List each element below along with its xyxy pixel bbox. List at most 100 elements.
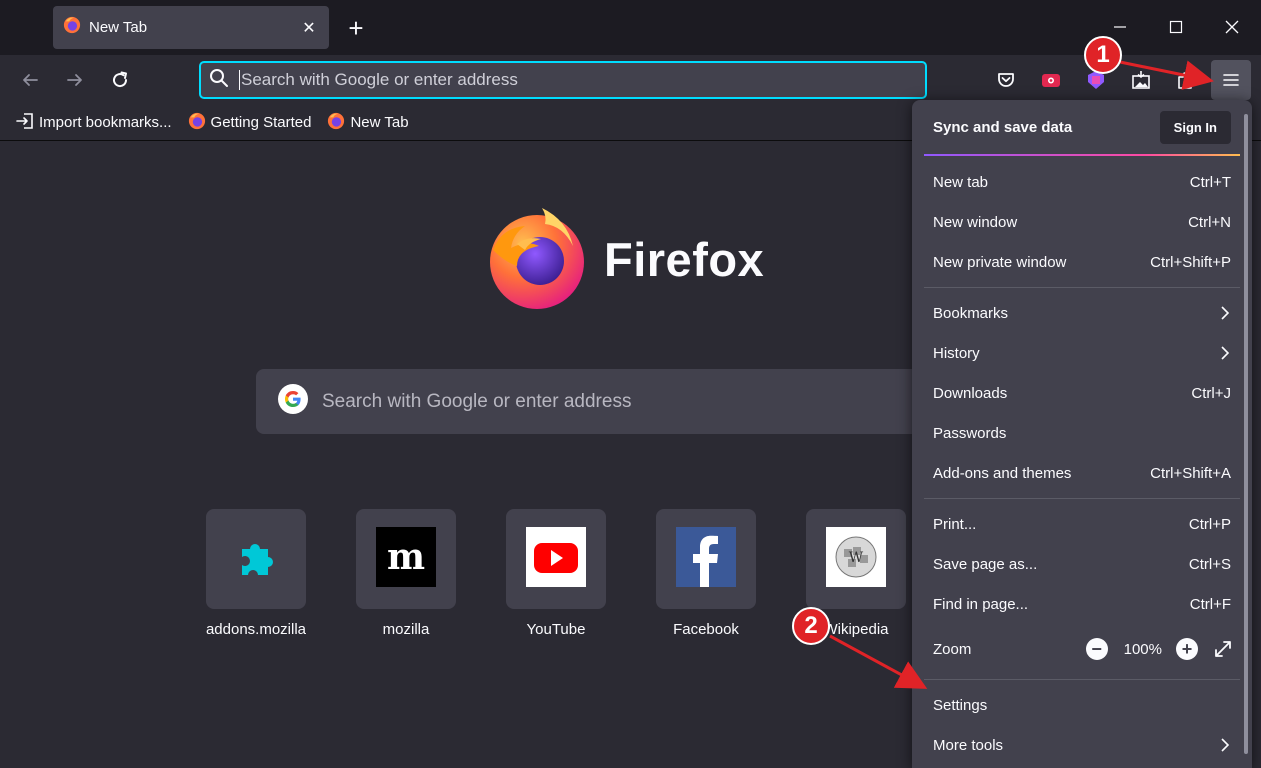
menu-scrollbar[interactable] xyxy=(1244,114,1248,754)
menu-item-settings[interactable]: Settings xyxy=(912,685,1252,725)
top-site-tile[interactable] xyxy=(506,509,606,609)
top-site-tile[interactable]: W xyxy=(806,509,906,609)
menu-separator xyxy=(924,498,1240,499)
top-site-tile[interactable]: m xyxy=(356,509,456,609)
menu-item-bookmarks[interactable]: Bookmarks xyxy=(912,293,1252,333)
chevron-right-icon xyxy=(1219,345,1231,361)
forward-button[interactable] xyxy=(60,65,90,95)
content-search-placeholder: Search with Google or enter address xyxy=(322,390,632,412)
close-tab-icon[interactable]: ✕ xyxy=(299,18,319,38)
top-site-tile[interactable] xyxy=(206,509,306,609)
extension-red-icon[interactable] xyxy=(1036,65,1066,95)
menu-item-passwords[interactable]: Passwords xyxy=(912,413,1252,453)
top-site-mozilla[interactable]: m mozilla xyxy=(341,509,471,638)
annotation-badge-1: 1 xyxy=(1084,36,1122,74)
tab-new-tab[interactable]: New Tab ✕ xyxy=(53,6,329,49)
menu-item-shortcut: Ctrl+T xyxy=(1189,173,1231,191)
facebook-icon xyxy=(676,526,736,592)
menu-item-shortcut: Ctrl+P xyxy=(1188,515,1231,533)
top-site-label: addons.mozilla xyxy=(205,621,307,638)
url-input[interactable] xyxy=(240,70,880,90)
fullscreen-icon[interactable] xyxy=(1210,636,1236,662)
navigation-bar xyxy=(0,55,1261,105)
menu-item-new-tab[interactable]: New tab Ctrl+T xyxy=(912,162,1252,202)
top-site-tile[interactable] xyxy=(656,509,756,609)
firefox-wordmark: Firefox xyxy=(604,233,765,286)
chevron-right-icon xyxy=(1219,305,1231,321)
top-site-addons[interactable]: addons.mozilla xyxy=(191,509,321,638)
bookmark-new-tab[interactable]: New Tab xyxy=(327,112,409,134)
window-close-icon[interactable] xyxy=(1216,12,1248,42)
tab-title: New Tab xyxy=(89,19,148,36)
zoom-out-button[interactable]: − xyxy=(1085,638,1108,660)
extensions-puzzle-icon[interactable] xyxy=(1171,65,1201,95)
menu-item-shortcut: Ctrl+Shift+A xyxy=(1150,464,1231,482)
menu-item-label: Add-ons and themes xyxy=(933,464,1072,482)
reload-button[interactable] xyxy=(105,65,135,95)
zoom-in-button[interactable]: + xyxy=(1176,638,1198,660)
menu-item-shortcut: Ctrl+J xyxy=(1191,384,1231,402)
menu-item-label: New tab xyxy=(933,173,989,191)
firefox-icon xyxy=(188,112,206,134)
top-site-facebook[interactable]: Facebook xyxy=(641,509,771,638)
menu-item-downloads[interactable]: Downloads Ctrl+J xyxy=(912,373,1252,413)
menu-item-shortcut: Ctrl+Shift+P xyxy=(1150,253,1231,271)
menu-item-print[interactable]: Print... Ctrl+P xyxy=(912,504,1252,544)
menu-item-history[interactable]: History xyxy=(912,333,1252,373)
screenshot-icon[interactable] xyxy=(1126,65,1156,95)
menu-item-new-private-window[interactable]: New private window Ctrl+Shift+P xyxy=(912,242,1252,282)
bookmark-import[interactable]: Import bookmarks... xyxy=(16,112,172,134)
puzzle-icon xyxy=(234,535,278,584)
sign-in-button[interactable]: Sign In xyxy=(1159,110,1231,144)
menu-item-label: Save page as... xyxy=(933,555,1038,573)
firefox-icon xyxy=(327,112,345,134)
bookmark-label: Import bookmarks... xyxy=(39,114,172,131)
content-search-box[interactable]: Search with Google or enter address xyxy=(256,369,956,434)
menu-item-addons[interactable]: Add-ons and themes Ctrl+Shift+A xyxy=(912,453,1252,493)
firefox-logo-icon xyxy=(487,206,587,310)
sync-title: Sync and save data xyxy=(933,118,1073,136)
menu-item-new-window[interactable]: New window Ctrl+N xyxy=(912,202,1252,242)
menu-item-label: Print... xyxy=(933,515,977,533)
zoom-row: Zoom − 100% + xyxy=(912,624,1252,674)
menu-item-label: History xyxy=(933,344,980,362)
bookmark-getting-started[interactable]: Getting Started xyxy=(188,112,312,134)
chevron-right-icon xyxy=(1219,737,1231,753)
new-tab-button[interactable]: + xyxy=(342,14,370,42)
pocket-icon[interactable] xyxy=(991,65,1021,95)
menu-separator xyxy=(924,679,1240,680)
menu-item-shortcut: Ctrl+F xyxy=(1189,595,1231,613)
back-button[interactable] xyxy=(15,65,45,95)
zoom-reset-button[interactable]: 100% xyxy=(1124,641,1162,658)
bookmark-label: New Tab xyxy=(350,114,409,131)
svg-text:W: W xyxy=(849,550,864,566)
address-bar[interactable] xyxy=(199,61,927,99)
menu-item-shortcut: Ctrl+S xyxy=(1188,555,1231,573)
firefox-icon xyxy=(63,16,81,39)
top-site-label: mozilla xyxy=(382,621,430,638)
bookmark-label: Getting Started xyxy=(210,114,312,131)
menu-item-label: New window xyxy=(933,213,1018,231)
zoom-label: Zoom xyxy=(933,640,972,658)
menu-item-save-page[interactable]: Save page as... Ctrl+S xyxy=(912,544,1252,584)
menu-item-more-tools[interactable]: More tools xyxy=(912,725,1252,765)
wikipedia-icon: W xyxy=(826,526,886,592)
svg-text:m: m xyxy=(387,536,425,578)
sync-row: Sync and save data Sign In xyxy=(912,100,1252,154)
menu-item-label: More tools xyxy=(933,736,1004,754)
tab-strip: New Tab ✕ + xyxy=(0,0,1261,55)
top-site-label: Facebook xyxy=(673,621,739,638)
top-site-youtube[interactable]: YouTube xyxy=(491,509,621,638)
maximize-icon[interactable] xyxy=(1160,12,1192,42)
menu-item-find[interactable]: Find in page... Ctrl+F xyxy=(912,584,1252,624)
import-icon xyxy=(16,112,34,134)
menu-item-label: Bookmarks xyxy=(933,304,1009,322)
google-icon xyxy=(278,384,308,419)
annotation-badge-2: 2 xyxy=(792,607,830,645)
menu-item-label: New private window xyxy=(933,253,1067,271)
top-site-label: YouTube xyxy=(526,621,586,638)
menu-separator xyxy=(924,287,1240,288)
app-menu-button[interactable] xyxy=(1211,60,1251,100)
menu-item-label: Downloads xyxy=(933,384,1008,402)
search-icon xyxy=(209,68,229,93)
